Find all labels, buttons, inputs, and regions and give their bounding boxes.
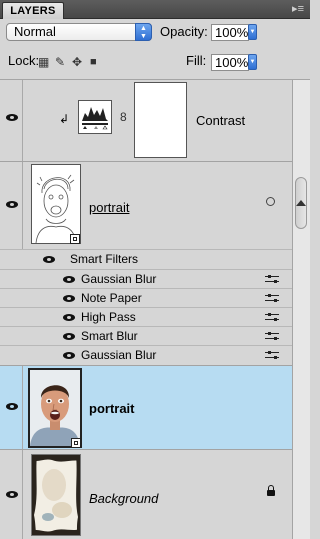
- filter-name: Gaussian Blur: [81, 348, 157, 362]
- visibility-toggle[interactable]: [0, 366, 23, 449]
- layer-row-portrait[interactable]: portrait: [0, 366, 292, 450]
- layer-name[interactable]: portrait: [89, 401, 135, 417]
- layer-row-contrast[interactable]: ↲ 8 Contrast: [0, 80, 292, 162]
- lock-transparent-icon[interactable]: ▦: [38, 55, 49, 69]
- eye-icon[interactable]: [63, 295, 75, 302]
- eye-icon[interactable]: [63, 314, 75, 321]
- filter-options-icon[interactable]: [265, 274, 279, 284]
- layer-thumbnail: [31, 454, 81, 536]
- eye-icon[interactable]: [63, 352, 75, 359]
- sketch-portrait-image: [35, 174, 77, 243]
- layer-mask-thumbnail[interactable]: [134, 82, 187, 158]
- fill-label: Fill:: [186, 53, 207, 68]
- layer-name[interactable]: Contrast: [196, 113, 245, 129]
- scroll-up-arrow-icon[interactable]: [296, 200, 306, 206]
- layer-row-portrait-sketch[interactable]: portrait: [0, 162, 292, 250]
- eye-icon: [6, 201, 18, 208]
- lock-icon[interactable]: [267, 485, 275, 496]
- eye-icon: [6, 403, 18, 410]
- filter-options-icon[interactable]: [265, 350, 279, 360]
- layer-thumbnail: [31, 164, 81, 244]
- filter-name: Gaussian Blur: [81, 272, 157, 286]
- visibility-toggle[interactable]: [0, 162, 23, 249]
- eye-icon: [6, 491, 18, 498]
- panel-menu-icon[interactable]: ▸≡: [292, 2, 304, 16]
- smart-object-icon: [71, 438, 81, 448]
- filter-name: High Pass: [81, 310, 136, 324]
- layers-panel: LAYERS ▸≡ Normal ▲ ▼ Opacity: 100% ▼ Lock…: [0, 0, 310, 539]
- visibility-toggle[interactable]: [0, 80, 23, 161]
- filter-row[interactable]: Gaussian Blur: [0, 270, 292, 289]
- smart-filters-header[interactable]: Smart Filters: [0, 250, 292, 270]
- opacity-dropdown-icon[interactable]: ▼: [248, 24, 257, 40]
- layer-controls: Normal ▲ ▼ Opacity: 100% ▼ Lock: ▦ ✎ ✥ ■ …: [0, 19, 310, 80]
- filter-row[interactable]: Gaussian Blur: [0, 346, 292, 366]
- lock-icon[interactable]: ■: [90, 55, 97, 69]
- portrait-photo-image: [30, 370, 80, 446]
- layer-name[interactable]: portrait: [89, 200, 129, 216]
- tab-layers[interactable]: LAYERS: [2, 2, 64, 19]
- eye-icon: [6, 114, 18, 121]
- eye-icon[interactable]: [63, 276, 75, 283]
- move-icon[interactable]: ✥: [72, 55, 82, 69]
- clip-arrow-icon: ↲: [59, 112, 70, 126]
- chevron-updown-icon: ▲ ▼: [135, 23, 152, 41]
- smart-filters-label: Smart Filters: [70, 252, 139, 266]
- filter-name: Note Paper: [81, 291, 142, 305]
- blend-mode-select[interactable]: Normal ▲ ▼: [6, 23, 152, 41]
- eye-icon[interactable]: [43, 256, 55, 263]
- filter-row[interactable]: Smart Blur: [0, 327, 292, 346]
- filter-options-icon[interactable]: [265, 331, 279, 341]
- blend-mode-value: Normal: [14, 24, 56, 39]
- smart-object-icon: [70, 234, 80, 244]
- layer-list: ↲ 8 Contrast portrait Smart Filters Gaus…: [0, 80, 310, 539]
- fill-input[interactable]: 100%: [211, 54, 249, 71]
- levels-histogram-icon: [82, 107, 108, 130]
- opacity-label: Opacity:: [160, 24, 208, 39]
- adjustment-icon: [78, 100, 112, 134]
- smart-filter-badge-icon[interactable]: [266, 197, 275, 206]
- layer-row-background[interactable]: Background: [0, 450, 292, 539]
- visibility-toggle[interactable]: [0, 450, 23, 539]
- filter-options-icon[interactable]: [265, 312, 279, 322]
- fill-dropdown-icon[interactable]: ▼: [248, 54, 257, 70]
- filter-row[interactable]: High Pass: [0, 308, 292, 327]
- lock-label: Lock:: [8, 53, 40, 68]
- layer-thumbnail: [28, 368, 82, 448]
- eye-icon[interactable]: [63, 333, 75, 340]
- filter-options-icon[interactable]: [265, 293, 279, 303]
- paper-texture-image: [32, 455, 80, 535]
- link-icon[interactable]: 8: [120, 110, 127, 124]
- layer-list-scrollbar[interactable]: [292, 80, 310, 539]
- opacity-input[interactable]: 100%: [211, 24, 249, 41]
- filter-row[interactable]: Note Paper: [0, 289, 292, 308]
- panel-tab-bar: LAYERS ▸≡: [0, 0, 310, 19]
- brush-icon[interactable]: ✎: [55, 55, 65, 69]
- filter-name: Smart Blur: [81, 329, 138, 343]
- layer-name[interactable]: Background: [89, 491, 158, 507]
